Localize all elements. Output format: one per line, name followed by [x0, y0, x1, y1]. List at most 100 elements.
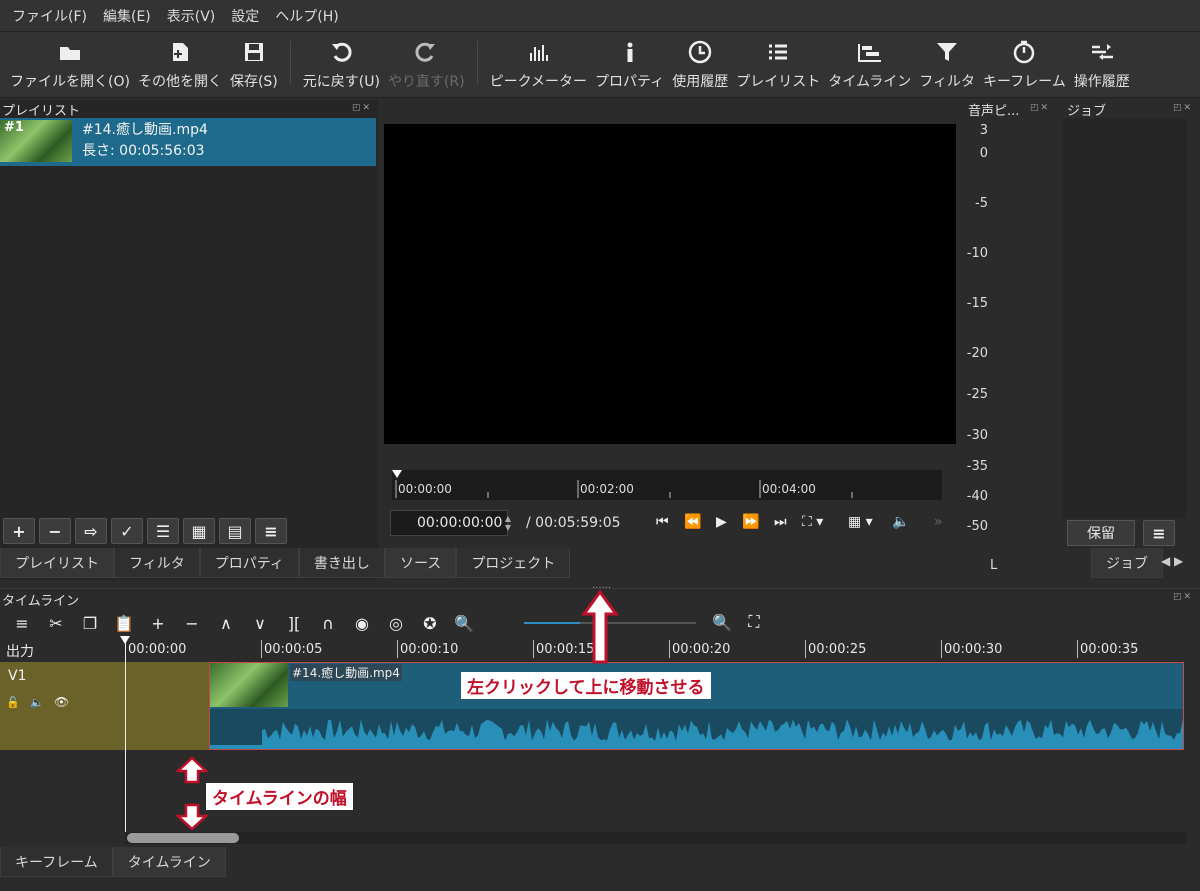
filters-label: フィルタ — [919, 74, 975, 90]
bottom-tab-bar: キーフレーム タイムライン — [0, 847, 226, 877]
save-icon — [243, 39, 265, 65]
cut-icon[interactable]: ✂ — [40, 610, 72, 636]
dock-float-icon[interactable]: ◰✕ — [1173, 592, 1193, 602]
jobs-menu-icon[interactable]: ≡ — [1143, 520, 1175, 546]
fast-forward-icon[interactable]: ⏩ — [742, 514, 759, 530]
remove-icon[interactable]: − — [176, 610, 208, 636]
skip-previous-icon[interactable]: ⏮ — [656, 514, 669, 530]
menu-view[interactable]: 表示(V) — [159, 6, 224, 26]
jobs-list[interactable] — [1063, 118, 1187, 518]
left-tab-bar: プレイリスト フィルタ プロパティ 書き出し — [0, 548, 385, 578]
undo-button[interactable]: 元に戻す(U) — [299, 35, 384, 97]
menu-settings[interactable]: 設定 — [223, 6, 267, 26]
timeline-button[interactable]: タイムライン — [824, 35, 915, 97]
skip-next-icon[interactable]: ⏭ — [774, 514, 787, 530]
volume-icon[interactable]: 🔈 — [892, 514, 909, 530]
timeline-menu-icon[interactable]: ≡ — [6, 610, 38, 636]
snap-magnet-icon[interactable]: ∩ — [312, 610, 344, 636]
ruler-label: 00:00:10 — [400, 642, 459, 657]
track-header-v1[interactable]: V1 🔓 🔈 👁 — [0, 662, 125, 750]
dock-float-icon[interactable]: ◰✕ — [352, 103, 372, 113]
dock-float-icon[interactable]: ◰✕ — [1030, 103, 1050, 113]
eye-icon[interactable]: 👁 — [54, 695, 69, 709]
filters-button[interactable]: フィルタ — [915, 35, 979, 97]
timeline-playhead[interactable] — [125, 636, 126, 844]
viewer-scrubber[interactable]: 00:00:00 00:02:00 00:04:00 — [392, 470, 942, 500]
menu-help[interactable]: ヘルプ(H) — [267, 6, 346, 26]
tab-timeline[interactable]: タイムライン — [112, 847, 226, 877]
lock-icon[interactable]: 🔓 — [6, 696, 20, 709]
zoom-in-icon[interactable]: 🔍 — [706, 609, 738, 635]
tab-properties[interactable]: プロパティ — [199, 548, 299, 578]
tab-playlist[interactable]: プレイリスト — [0, 548, 114, 578]
scrollbar-thumb[interactable] — [127, 833, 239, 843]
meter-scale-label: -35 — [966, 459, 988, 474]
ripple-icon[interactable]: ◎ — [380, 610, 412, 636]
meter-scale-label: 3 — [979, 123, 988, 138]
zoom-icon[interactable]: ⛶ ▾ — [802, 514, 823, 530]
op-history-button[interactable]: 操作履歴 — [1070, 35, 1134, 97]
viewer-tab-bar: ソース プロジェクト — [385, 548, 571, 578]
track-gap — [125, 662, 209, 750]
overwrite-icon[interactable]: ∨ — [244, 610, 276, 636]
rewind-icon[interactable]: ⏪ — [684, 514, 701, 530]
zoom-fit-icon[interactable]: ⛶ — [738, 609, 770, 635]
tab-scroll-icon[interactable]: ◀ ▶ — [1161, 554, 1183, 568]
menu-edit[interactable]: 編集(E) — [95, 6, 159, 26]
open-other-button[interactable]: その他を開く — [134, 35, 226, 97]
meter-scale-label: -15 — [966, 296, 988, 311]
timeline-ruler[interactable]: 00:00:00 00:00:05 00:00:10 00:00:15 00:0… — [125, 636, 1187, 662]
overflow-icon[interactable]: » — [934, 514, 943, 530]
history-label: 使用履歴 — [672, 74, 729, 90]
dock-float-icon[interactable]: ◰✕ — [1173, 103, 1193, 113]
tab-project[interactable]: プロジェクト — [456, 548, 571, 578]
split-icon[interactable]: ][ — [278, 610, 310, 636]
zoom-out-icon[interactable]: 🔍 — [448, 610, 480, 636]
update-icon[interactable]: ⇨ — [75, 518, 107, 544]
icon-view-icon[interactable]: ▤ — [219, 518, 251, 544]
ripple-all-icon[interactable]: ✪ — [414, 610, 446, 636]
mute-icon[interactable]: 🔈 — [30, 696, 44, 709]
output-label: 出力 — [6, 644, 34, 660]
save-button[interactable]: 保存(S) — [226, 35, 282, 97]
hold-button[interactable]: 保留 — [1067, 520, 1135, 546]
tab-jobs[interactable]: ジョブ — [1091, 548, 1163, 578]
redo-button[interactable]: やり直す(R) — [384, 35, 469, 97]
meter-icon — [527, 39, 549, 65]
menu-icon[interactable]: ≡ — [255, 518, 287, 544]
history-button[interactable]: 使用履歴 — [668, 35, 732, 97]
filter-icon — [936, 39, 958, 65]
scrub-eye-icon[interactable]: ◉ — [346, 610, 378, 636]
lift-icon[interactable]: ∧ — [210, 610, 242, 636]
add-icon[interactable]: + — [3, 518, 35, 544]
playhead-icon[interactable] — [120, 636, 130, 644]
copy-icon[interactable]: ❐ — [74, 610, 106, 636]
timecode-spinner[interactable]: ▲ ▼ — [501, 511, 515, 535]
properties-button[interactable]: プロパティ — [591, 35, 668, 97]
peak-meter-button[interactable]: ピークメーター — [486, 35, 591, 97]
remove-icon[interactable]: − — [39, 518, 71, 544]
playlist-item[interactable]: #1 #14.癒し動画.mp4 長さ: 00:05:56:03 — [0, 118, 376, 166]
tab-source[interactable]: ソース — [385, 548, 457, 578]
keyframes-button[interactable]: キーフレーム — [979, 35, 1070, 97]
ruler-label: 00:00:30 — [944, 642, 1003, 657]
playlist-button[interactable]: プレイリスト — [732, 35, 824, 97]
play-icon[interactable]: ▶ — [716, 514, 727, 530]
timeline-scrollbar[interactable] — [125, 832, 1187, 844]
tab-export[interactable]: 書き出し — [298, 548, 385, 578]
grid-icon[interactable]: ▦ ▾ — [848, 514, 873, 530]
toolbar-divider — [289, 41, 291, 85]
paste-icon[interactable]: 📋 — [108, 610, 140, 636]
check-icon[interactable]: ✓ — [111, 518, 143, 544]
ruler-tick — [397, 640, 398, 658]
timecode-input[interactable]: 00:00:00:00 — [390, 510, 508, 536]
tab-keyframes[interactable]: キーフレーム — [0, 847, 113, 877]
zoom-slider-fill — [524, 622, 580, 624]
menu-file[interactable]: ファイル(F) — [4, 6, 95, 26]
tab-filters[interactable]: フィルタ — [114, 548, 200, 578]
open-file-button[interactable]: ファイルを開く(O) — [6, 35, 134, 97]
append-icon[interactable]: + — [142, 610, 174, 636]
details-view-icon[interactable]: ☰ — [147, 518, 179, 544]
tiles-view-icon[interactable]: ▦ — [183, 518, 215, 544]
video-viewer[interactable] — [384, 124, 956, 444]
